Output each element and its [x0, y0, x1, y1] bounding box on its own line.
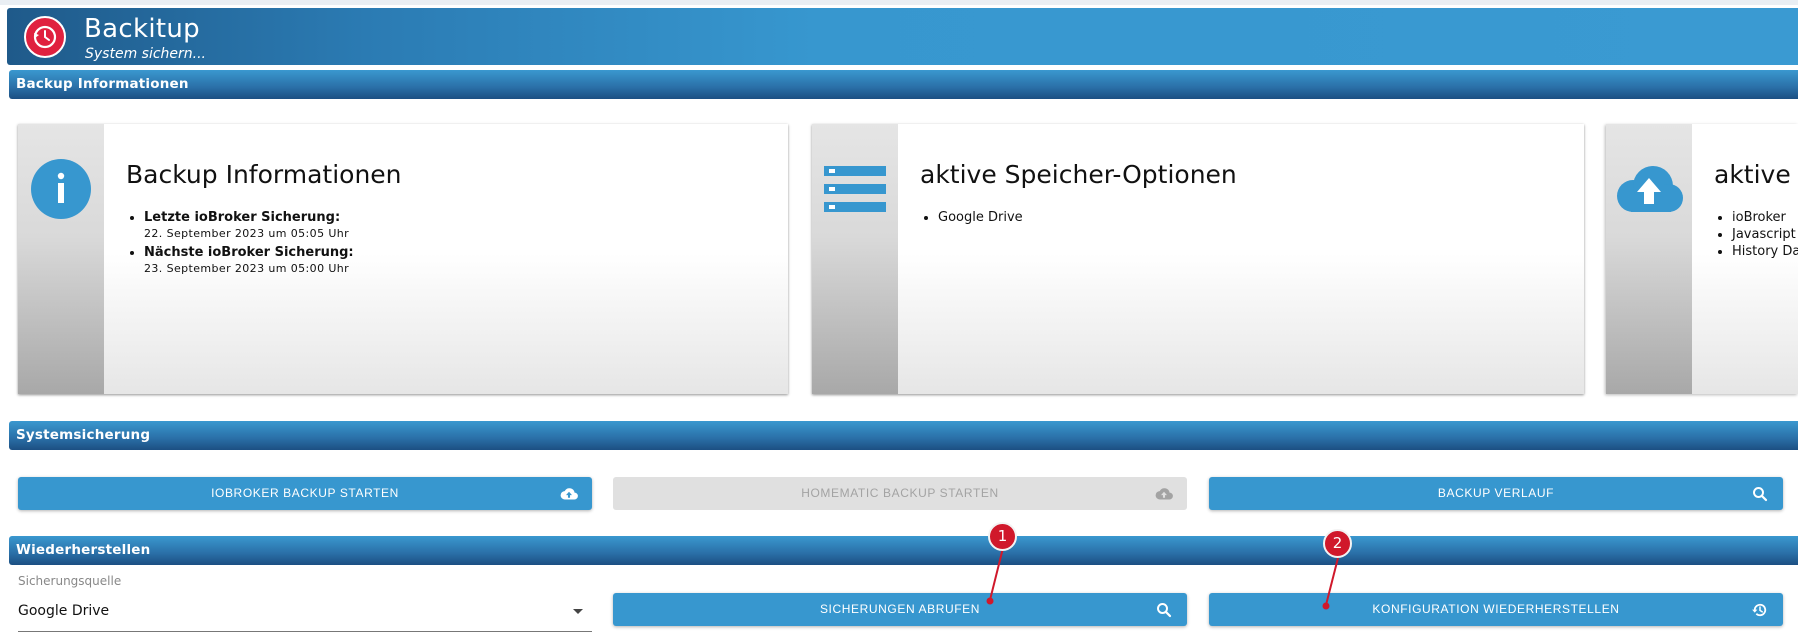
top-border	[0, 0, 1798, 5]
fetch-backups-button[interactable]: sicherungen abrufen	[613, 593, 1187, 626]
list-item: ioBroker	[1732, 210, 1798, 225]
storage-list: Google Drive	[938, 210, 1023, 227]
button-label: konfiguration wiederherstellen	[1372, 602, 1620, 616]
backup-source-select[interactable]: Google Drive	[18, 594, 592, 632]
storage-list-icon	[824, 166, 886, 212]
card-side	[812, 124, 898, 394]
card-side	[1606, 124, 1692, 394]
button-label: homematic backup starten	[801, 486, 999, 500]
backup-info-list: Letzte ioBroker Sicherung: 22. September…	[144, 210, 354, 280]
list-item: History Dat	[1732, 244, 1798, 259]
info-icon	[31, 159, 91, 219]
button-label: iobroker backup starten	[211, 486, 399, 500]
restore-config-button[interactable]: konfiguration wiederherstellen	[1209, 593, 1783, 626]
card-title: aktive B	[1714, 160, 1798, 189]
card-title: aktive Speicher-Optionen	[920, 160, 1237, 189]
list-item: Javascript	[1732, 227, 1798, 242]
select-underline	[18, 631, 592, 632]
button-label: backup verlauf	[1437, 486, 1555, 500]
next-backup-label: Nächste ioBroker Sicherung:	[144, 245, 354, 260]
card-storage-options: aktive Speicher-Optionen Google Drive	[812, 124, 1584, 394]
app-title: Backitup	[84, 14, 200, 44]
iobroker-backup-button[interactable]: iobroker backup starten	[18, 477, 592, 510]
cloud-upload-icon	[1155, 488, 1173, 500]
search-icon	[1753, 487, 1768, 502]
last-backup-label: Letzte ioBroker Sicherung:	[144, 210, 341, 225]
last-backup-value: 22. September 2023 um 05:05 Uhr	[144, 227, 350, 240]
app-subtitle: System sichern...	[85, 46, 207, 62]
card-body: aktive B ioBroker Javascript History Dat	[1692, 124, 1798, 394]
card-title: Backup Informationen	[126, 160, 402, 189]
button-label: sicherungen abrufen	[819, 602, 981, 616]
cloud-upload-icon	[560, 488, 578, 500]
next-backup-value: 23. September 2023 um 05:00 Uhr	[144, 262, 350, 275]
search-icon	[1157, 603, 1172, 618]
card-body: Backup Informationen Letzte ioBroker Sic…	[104, 124, 788, 394]
homematic-backup-button[interactable]: homematic backup starten	[613, 477, 1187, 510]
section-system-backup: Systemsicherung	[9, 421, 1798, 450]
app-header: Backitup System sichern...	[7, 8, 1798, 65]
card-side	[18, 124, 104, 394]
section-restore: Wiederherstellen	[9, 536, 1798, 565]
backup-source-value: Google Drive	[18, 603, 110, 619]
annotation-marker-1: 1	[988, 522, 1017, 551]
restore-icon	[1752, 603, 1767, 617]
card-backup-info: Backup Informationen Letzte ioBroker Sic…	[18, 124, 788, 394]
card-active-backups: aktive B ioBroker Javascript History Dat	[1606, 124, 1798, 394]
active-backups-list: ioBroker Javascript History Dat	[1732, 210, 1798, 261]
backup-source-label: Sicherungsquelle	[18, 574, 122, 588]
list-item: Nächste ioBroker Sicherung: 23. Septembe…	[144, 245, 354, 275]
cloud-upload-icon	[1617, 166, 1683, 212]
list-item: Google Drive	[938, 210, 1023, 225]
annotation-marker-2: 2	[1323, 529, 1352, 558]
card-body: aktive Speicher-Optionen Google Drive	[898, 124, 1584, 394]
backup-history-button[interactable]: backup verlauf	[1209, 477, 1783, 510]
section-backup-info: Backup Informationen	[9, 70, 1798, 99]
backitup-logo-icon	[24, 16, 66, 58]
list-item: Letzte ioBroker Sicherung: 22. September…	[144, 210, 354, 240]
chevron-down-icon	[573, 609, 583, 614]
